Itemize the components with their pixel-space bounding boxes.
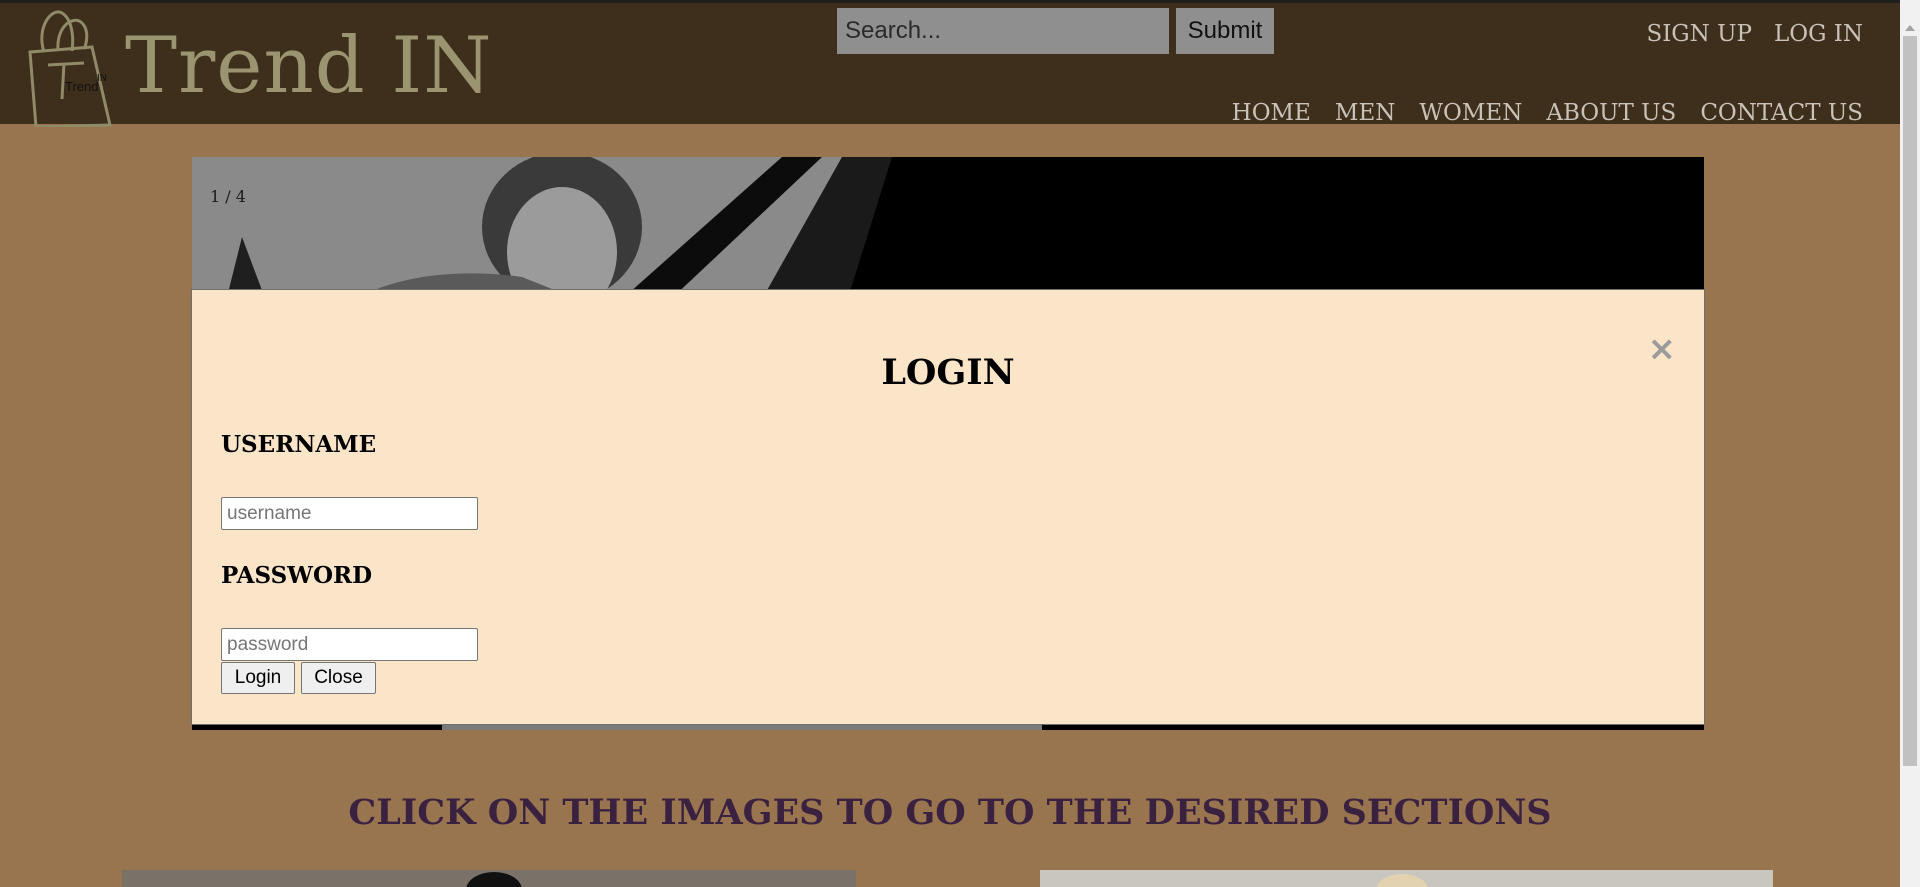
login-button[interactable]: Login (221, 662, 295, 694)
nav-contact-us[interactable]: CONTACT US (1700, 100, 1863, 126)
shopping-bag-logo-icon[interactable]: Trend IN (22, 7, 118, 129)
nav-about-us[interactable]: ABOUT US (1546, 100, 1676, 126)
password-field[interactable] (221, 628, 478, 661)
logo-text: Trend (65, 79, 99, 94)
search-submit-button[interactable]: Submit (1176, 8, 1274, 54)
search-input[interactable] (837, 8, 1169, 54)
sections-heading: CLICK ON THE IMAGES TO GO TO THE DESIRED… (348, 792, 1552, 833)
women-section-image[interactable] (1040, 870, 1773, 887)
main-nav: HOME MEN WOMEN ABOUT US CONTACT US (1232, 100, 1863, 126)
sign-up-link[interactable]: SIGN UP (1646, 21, 1752, 47)
men-section-image[interactable] (122, 870, 856, 887)
brand-name[interactable]: Trend IN (125, 21, 493, 111)
username-label: USERNAME (221, 431, 377, 458)
site-header: Trend IN Trend IN Submit SIGN UP LOG IN … (0, 3, 1900, 129)
nav-men[interactable]: MEN (1335, 100, 1395, 126)
nav-home[interactable]: HOME (1232, 100, 1311, 126)
logo-superscript: IN (97, 73, 107, 84)
username-field[interactable] (221, 497, 478, 530)
vertical-scrollbar[interactable] (1900, 0, 1920, 887)
password-label: PASSWORD (221, 562, 373, 589)
slide-counter: 1 / 4 (210, 187, 246, 206)
nav-women[interactable]: WOMEN (1419, 100, 1522, 126)
scroll-thumb[interactable] (1903, 36, 1917, 766)
close-button[interactable]: Close (301, 662, 376, 694)
scroll-up-arrow-icon[interactable] (1905, 25, 1915, 31)
modal-title: LOGIN (881, 352, 1015, 393)
log-in-link[interactable]: LOG IN (1774, 21, 1863, 47)
login-modal: × LOGIN USERNAME PASSWORD Login Close (191, 289, 1705, 725)
auth-links: SIGN UP LOG IN (1646, 21, 1863, 47)
